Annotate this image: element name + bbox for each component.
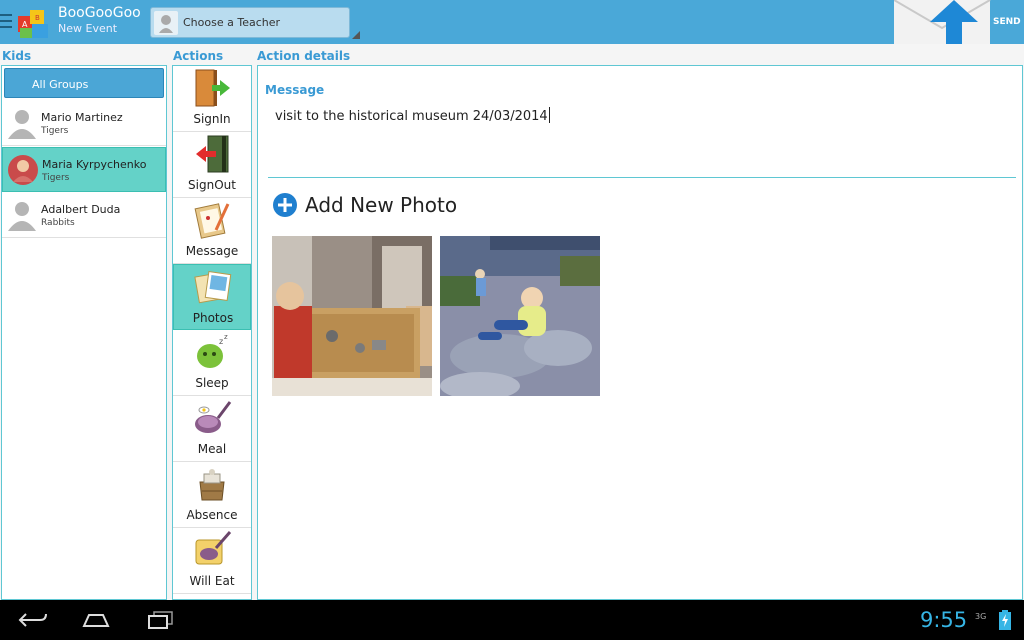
dropdown-corner-icon	[352, 31, 360, 39]
will-eat-icon	[195, 531, 232, 565]
all-groups-label: All Groups	[32, 78, 89, 91]
system-navigation-bar: 9:55 3G	[0, 600, 1024, 640]
all-groups-button[interactable]: All Groups	[4, 68, 164, 98]
person-silhouette-icon	[8, 202, 36, 231]
app-logo-icon[interactable]: A B	[16, 6, 50, 40]
status-clock: 9:55	[920, 608, 968, 632]
kid-row-mario[interactable]: Mario Martinez Tigers	[2, 101, 166, 146]
action-details-panel: Message visit to the historical museum 2…	[257, 65, 1023, 600]
add-new-photo-label: Add New Photo	[305, 193, 458, 217]
kid-row-adalbert[interactable]: Adalbert Duda Rabbits	[2, 193, 166, 238]
teacher-select-label: Choose a Teacher	[183, 16, 281, 29]
action-photos[interactable]: Photos	[173, 264, 251, 330]
action-meal[interactable]: Meal	[173, 396, 251, 462]
absence-bag-icon	[199, 469, 225, 501]
app-root: A B BooGooGoo New Event Choose a Teacher…	[0, 0, 1024, 640]
teacher-select[interactable]: Choose a Teacher	[150, 7, 360, 39]
details-header: Action details	[257, 49, 351, 63]
person-silhouette-icon	[8, 110, 36, 139]
kid-group: Rabbits	[41, 218, 75, 228]
action-absence[interactable]: Absence	[173, 462, 251, 528]
kid-name: Mario Martinez	[41, 111, 123, 124]
action-message[interactable]: Message	[173, 198, 251, 264]
kid-group: Tigers	[41, 126, 69, 136]
action-bar: A B BooGooGoo New Event Choose a Teacher…	[0, 0, 1024, 44]
sleep-icon: z z	[197, 333, 228, 368]
svg-text:B: B	[35, 14, 40, 22]
teacher-avatar-icon	[154, 11, 178, 35]
svg-text:A: A	[22, 20, 28, 29]
kid-row-maria[interactable]: Maria Kyrpychenko Tigers	[2, 147, 166, 192]
home-icon[interactable]	[81, 610, 111, 630]
sign-in-door-icon	[195, 69, 230, 107]
action-sleep[interactable]: z z Sleep	[173, 330, 251, 396]
photos-icon	[194, 271, 232, 304]
action-label: Will Eat	[189, 574, 235, 588]
message-value: visit to the historical museum 24/03/201…	[275, 109, 548, 124]
kid-photo-avatar	[8, 155, 38, 185]
app-title: BooGooGoo	[58, 5, 141, 21]
photo-thumbnail-playground[interactable]	[440, 236, 600, 396]
message-input[interactable]: visit to the historical museum 24/03/201…	[275, 107, 550, 124]
actions-header: Actions	[173, 49, 224, 63]
message-underline	[268, 177, 1016, 178]
action-label: Photos	[192, 311, 234, 325]
action-signout[interactable]: SignOut	[173, 132, 251, 198]
kids-list: All Groups Mario Martinez Tigers Maria K…	[1, 65, 167, 600]
actions-list: SignIn SignOut Message Photos z z Sleep …	[172, 65, 252, 600]
action-signin[interactable]: SignIn	[173, 66, 251, 132]
kids-header: Kids	[2, 49, 32, 63]
sign-out-door-icon	[196, 135, 229, 173]
message-label: Message	[265, 83, 325, 97]
photo-thumbnail-sandbox[interactable]	[272, 236, 432, 396]
action-label: SignOut	[188, 178, 236, 192]
action-label: Sleep	[195, 376, 229, 390]
action-label: Absence	[186, 508, 238, 522]
battery-charging-icon	[999, 610, 1011, 630]
message-clipboard-icon	[194, 203, 230, 239]
menu-icon[interactable]	[0, 14, 12, 30]
send-label: SEND	[993, 17, 1021, 27]
svg-text:z: z	[224, 333, 228, 341]
kid-name: Adalbert Duda	[41, 203, 121, 216]
recent-apps-icon[interactable]	[146, 610, 176, 630]
text-caret	[548, 107, 550, 123]
plus-circle-icon	[273, 193, 297, 217]
action-label: SignIn	[193, 112, 231, 126]
kid-group: Tigers	[42, 173, 70, 183]
app-subtitle: New Event	[58, 22, 118, 35]
kid-name: Maria Kyrpychenko	[42, 158, 147, 171]
action-label: Message	[185, 244, 239, 258]
meal-pan-icon	[195, 401, 232, 433]
action-will-eat[interactable]: Will Eat	[173, 528, 251, 594]
network-type: 3G	[975, 612, 987, 621]
back-icon[interactable]	[18, 610, 48, 630]
action-label: Meal	[197, 442, 227, 456]
svg-text:z: z	[219, 337, 223, 346]
